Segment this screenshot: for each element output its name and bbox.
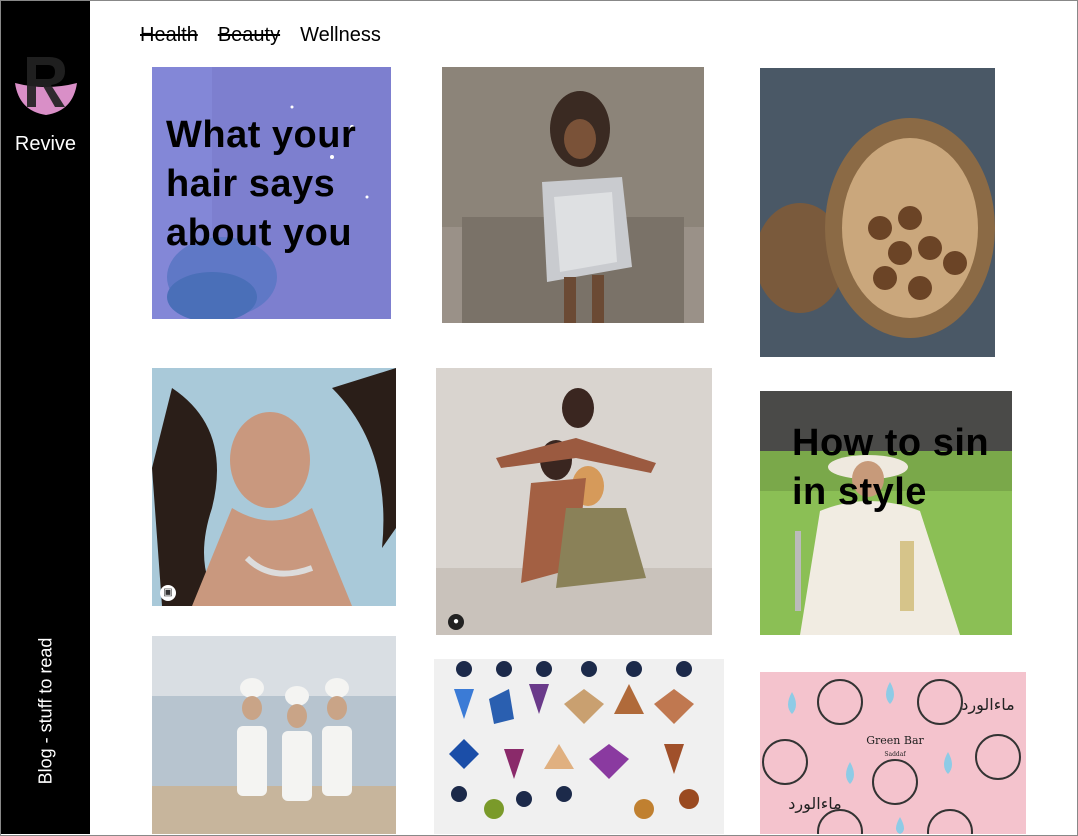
article-tile-foil-dress[interactable] [442, 67, 704, 323]
poster-arabic-text-2: ماءالورد [788, 794, 841, 814]
category-nav: Health Beauty Wellness [140, 24, 381, 47]
article-tile-group[interactable]: ● [436, 368, 712, 635]
foil-dress-photo [442, 67, 704, 323]
hair-title: What your hair says about you [166, 111, 356, 258]
brand-name[interactable]: Revive [1, 133, 90, 156]
article-tile-coconut[interactable] [760, 68, 995, 357]
sidebar: Revive Blog - stuff to read [1, 1, 90, 834]
style-title: How to sin in style [792, 419, 989, 517]
person-icon[interactable]: ● [448, 614, 464, 630]
nav-item-health[interactable]: Health [140, 24, 198, 47]
article-tile-earrings[interactable] [434, 659, 724, 834]
coconut-photo [760, 68, 995, 357]
style-title-line-2: in style [792, 471, 927, 513]
article-tile-style[interactable]: How to sin in style [760, 391, 1012, 635]
towels-photo [152, 636, 396, 834]
nav-item-wellness[interactable]: Wellness [300, 24, 381, 47]
hair-title-line-1: What your [166, 114, 357, 156]
article-tile-towels[interactable] [152, 636, 396, 834]
article-tile-necklace[interactable]: ▣ [152, 368, 396, 606]
style-title-line-1: How to sin [792, 422, 990, 464]
sidebar-tagline: Blog - stuff to read [35, 637, 56, 785]
article-tile-poster[interactable]: ماءالورد ماءالورد Green Bar Saddaf [760, 672, 1026, 834]
group-photo [436, 368, 712, 635]
article-tile-hair[interactable]: What your hair says about you [152, 67, 391, 319]
r-logo-icon[interactable] [15, 53, 77, 117]
shopping-bag-icon[interactable]: ▣ [160, 585, 176, 601]
hair-title-line-3: about you [166, 212, 353, 254]
necklace-photo [152, 368, 396, 606]
poster-brand-line: Green Bar [866, 734, 924, 747]
poster-photo: ماءالورد ماءالورد Green Bar Saddaf [760, 672, 1026, 834]
hair-title-line-2: hair says [166, 163, 336, 205]
poster-brand-sub: Saddaf [884, 751, 906, 758]
earrings-photo [434, 659, 724, 834]
poster-arabic-text: ماءالورد [961, 695, 1014, 715]
nav-item-beauty[interactable]: Beauty [218, 24, 280, 47]
